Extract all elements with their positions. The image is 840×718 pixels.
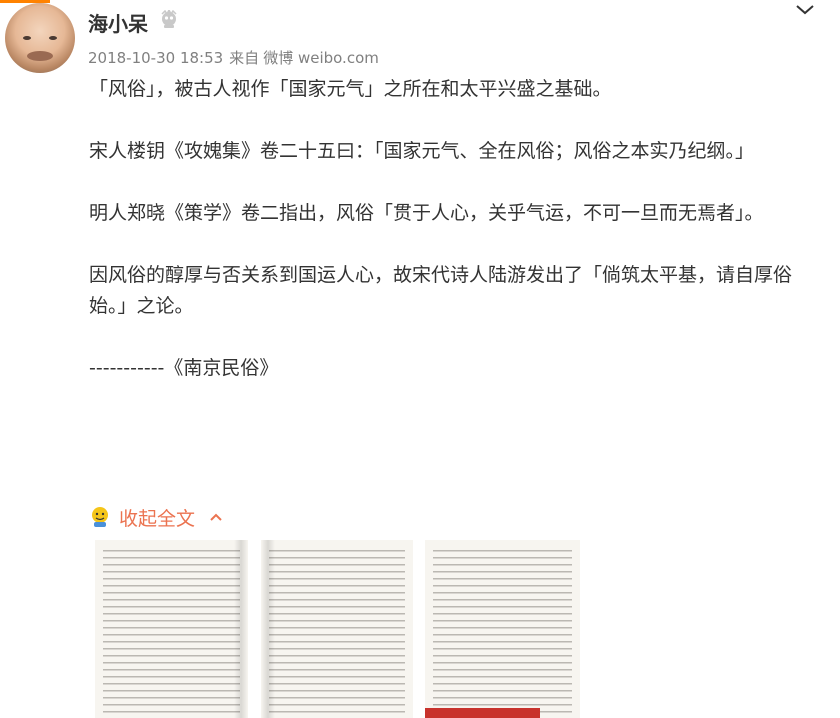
vip-badge-icon (161, 10, 177, 28)
paragraph: 「风俗」，被古人视作「国家元气」之所在和太平兴盛之基础。 (89, 78, 612, 100)
source-prefix: 来自 (229, 49, 260, 67)
paragraph: 因风俗的醇厚与否关系到国运人心，故宋代诗人陆游发出了「倘筑太平基，请自厚俗始。」… (89, 264, 793, 317)
collapse-full-text-button[interactable]: 收起全文 (89, 503, 223, 531)
chevron-up-icon (210, 513, 222, 521)
source-link[interactable]: 微博 weibo.com (263, 49, 379, 67)
book-page-image[interactable] (425, 540, 580, 718)
book-page-image[interactable] (261, 540, 413, 718)
book-page-image[interactable] (95, 540, 248, 718)
avatar[interactable] (5, 3, 75, 73)
timestamp[interactable]: 2018-10-30 18:53 (88, 49, 223, 67)
post-meta: 2018-10-30 18:53 来自 微博 weibo.com (88, 47, 379, 68)
post-content: 「风俗」，被古人视作「国家元气」之所在和太平兴盛之基础。 宋人楼钥《攻媿集》卷二… (89, 74, 809, 384)
chevron-down-icon[interactable] (792, 0, 818, 20)
paragraph: 宋人楼钥《攻媿集》卷二十五曰：「国家元气、全在风俗；风俗之本实乃纪纲。」 (89, 140, 755, 162)
image-gallery (95, 540, 580, 718)
collapse-label: 收起全文 (119, 507, 196, 530)
username[interactable]: 海小呆 (88, 8, 148, 37)
emoji-face-icon (92, 507, 108, 527)
paragraph: -----------《南京民俗》 (89, 357, 279, 379)
paragraph: 明人郑晓《策学》卷二指出，风俗「贯于人心，关乎气运，不可一旦而无焉者」。 (89, 202, 764, 224)
